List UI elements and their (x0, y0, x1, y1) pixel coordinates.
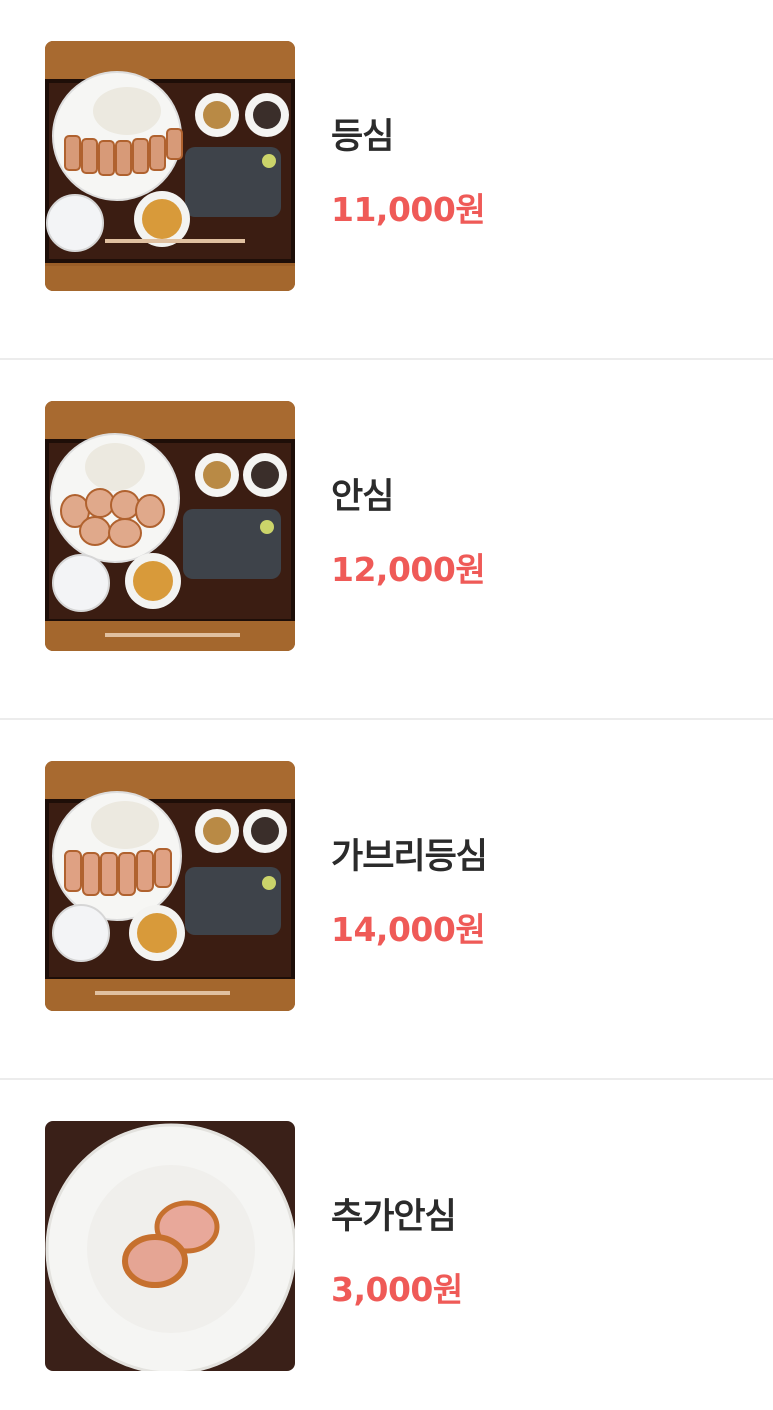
fillet-cutlet-plate-image (45, 1121, 295, 1371)
menu-item-name: 안심 (331, 477, 394, 517)
tonkatsu-set-image (45, 401, 295, 651)
menu-item-gabri-loin[interactable]: 가브리등심 14,000원 (0, 720, 773, 1080)
menu-list: 등심 11,000원 안심 12,000원 가브리등심 14,000원 추가안심… (0, 0, 773, 1410)
menu-item-photo (45, 41, 295, 291)
menu-item-photo (45, 401, 295, 651)
menu-item-photo (45, 1121, 295, 1371)
menu-item-name: 등심 (331, 117, 394, 157)
menu-item-name: 추가안심 (331, 1197, 457, 1237)
menu-item-photo (45, 761, 295, 1011)
tonkatsu-set-image (45, 41, 295, 291)
menu-item-tenderloin[interactable]: 안심 12,000원 (0, 360, 773, 720)
menu-item-name: 가브리등심 (331, 837, 488, 877)
menu-item-price: 11,000원 (331, 190, 486, 229)
menu-item-extra-tenderloin[interactable]: 추가안심 3,000원 (0, 1080, 773, 1410)
menu-item-price: 14,000원 (331, 910, 486, 949)
menu-item-price: 3,000원 (331, 1270, 463, 1309)
menu-item-price: 12,000원 (331, 550, 486, 589)
tonkatsu-set-image (45, 761, 295, 1011)
menu-item-loin[interactable]: 등심 11,000원 (0, 0, 773, 360)
